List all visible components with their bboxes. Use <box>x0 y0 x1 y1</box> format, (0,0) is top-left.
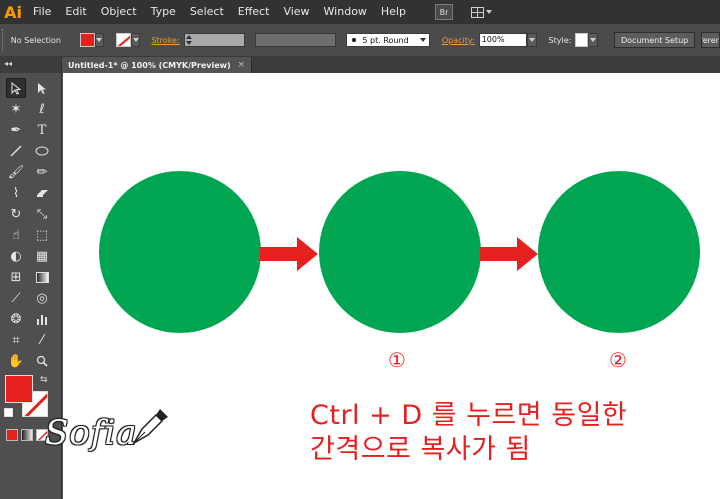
stroke-color-swatch[interactable] <box>116 33 132 47</box>
rotate-tool-icon[interactable]: ↻ <box>6 204 26 224</box>
document-tab[interactable]: Untitled-1* @ 100% (CMYK/Preview) × <box>62 57 252 73</box>
document-setup-button[interactable]: Document Setup <box>613 32 696 48</box>
fountain-pen-icon <box>131 409 168 446</box>
control-bar: No Selection Stroke: 5 pt. Round Opacity… <box>0 24 720 57</box>
eraser-tool-icon[interactable] <box>32 183 52 203</box>
circle-original[interactable] <box>99 171 261 333</box>
app-logo[interactable]: Ai <box>0 0 26 24</box>
pen-tool-icon[interactable]: ✒ <box>6 120 26 140</box>
caption-line-1: Ctrl + D 를 누르면 동일한 <box>310 400 628 431</box>
column-graph-tool-icon[interactable] <box>32 309 52 329</box>
arrow-right-1 <box>260 237 318 271</box>
shape-builder-tool-icon[interactable]: ◐ <box>6 246 26 266</box>
document-tab-bar: Untitled-1* @ 100% (CMYK/Preview) × <box>62 57 720 73</box>
stroke-panel-link[interactable]: Stroke: <box>151 36 179 45</box>
menu-file[interactable]: File <box>26 0 58 24</box>
fill-color-swatch[interactable] <box>79 33 95 47</box>
round-brush-icon <box>352 38 357 42</box>
style-label: Style: <box>548 35 572 45</box>
eyedropper-tool-icon[interactable]: ⟋ <box>6 288 26 308</box>
chevron-down-icon <box>96 38 103 42</box>
menu-select[interactable]: Select <box>183 0 231 24</box>
scale-tool-icon[interactable]: ⤡ <box>32 204 52 224</box>
color-mode-button[interactable] <box>6 429 18 441</box>
magic-wand-tool-icon[interactable]: ✶ <box>6 99 26 119</box>
menu-window[interactable]: Window <box>317 0 374 24</box>
graphic-style-swatch[interactable] <box>575 33 589 47</box>
ellipse-tool-icon[interactable] <box>32 141 52 161</box>
slice-tool-icon[interactable]: ⁄ <box>32 330 52 350</box>
opacity-field[interactable]: 100% <box>478 33 528 47</box>
step-marker-1: ① <box>388 348 406 372</box>
arrow-right-2 <box>480 237 538 271</box>
chevron-down-icon <box>132 38 139 42</box>
chevron-down-icon <box>486 10 492 14</box>
menu-type[interactable]: Type <box>144 0 183 24</box>
opacity-dropdown[interactable] <box>527 33 537 47</box>
zoom-tool-icon[interactable] <box>32 351 52 371</box>
fill-dropdown[interactable] <box>94 33 105 47</box>
lasso-tool-icon[interactable]: ℓ <box>32 99 52 119</box>
blob-brush-tool-icon[interactable]: ⌇ <box>6 183 26 203</box>
signature-watermark: Sofia <box>45 409 168 453</box>
warp-tool-icon[interactable]: ☝ <box>6 225 26 245</box>
type-tool-icon[interactable]: T <box>32 120 52 140</box>
close-icon[interactable]: × <box>237 60 245 70</box>
blend-tool-icon[interactable]: ◎ <box>32 288 52 308</box>
gradient-tool-icon[interactable] <box>32 267 52 287</box>
circle-copy-2[interactable] <box>538 171 700 333</box>
artboard-tool-icon[interactable]: ⌗ <box>6 330 26 350</box>
step-marker-2: ② <box>609 348 627 372</box>
chevron-down-icon <box>419 38 426 42</box>
menu-object[interactable]: Object <box>94 0 144 24</box>
variable-width-profile[interactable] <box>254 33 337 47</box>
preferences-button[interactable]: Preferences <box>701 32 720 48</box>
default-fill-stroke-icon[interactable] <box>4 408 13 417</box>
gradient-mode-button[interactable] <box>21 429 33 441</box>
document-tab-title: Untitled-1* @ 100% (CMYK/Preview) <box>68 60 231 70</box>
menu-edit[interactable]: Edit <box>58 0 93 24</box>
stepper-icon <box>185 35 192 45</box>
direct-selection-tool-icon[interactable] <box>32 78 52 98</box>
mesh-tool-icon[interactable]: ⊞ <box>6 267 26 287</box>
stroke-weight-field[interactable] <box>183 33 245 47</box>
bridge-button[interactable]: Br <box>435 4 453 20</box>
arrange-documents-button[interactable] <box>471 4 493 20</box>
hand-tool-icon[interactable]: ✋ <box>6 351 26 371</box>
panel-grip[interactable] <box>2 29 7 51</box>
menu-help[interactable]: Help <box>374 0 413 24</box>
selection-status: No Selection <box>10 35 61 45</box>
fill-color-box[interactable] <box>5 375 33 403</box>
menu-view[interactable]: View <box>276 0 316 24</box>
paintbrush-tool-icon[interactable]: 🖌 <box>6 162 26 182</box>
style-dropdown[interactable] <box>588 33 598 47</box>
arrange-grid-icon <box>471 6 484 18</box>
pencil-tool-icon[interactable]: ✏ <box>32 162 52 182</box>
tools-panel-header[interactable]: ◂◂ <box>0 57 61 73</box>
symbol-sprayer-tool-icon[interactable]: ❂ <box>6 309 26 329</box>
perspective-grid-tool-icon[interactable]: ▦ <box>32 246 52 266</box>
line-tool-icon[interactable] <box>6 141 26 161</box>
circle-copy-1[interactable] <box>319 171 481 333</box>
swap-fill-stroke-icon[interactable]: ⇆ <box>40 375 48 385</box>
free-transform-tool-icon[interactable]: ⬚ <box>32 225 52 245</box>
menu-bar: Ai File Edit Object Type Select Effect V… <box>0 0 720 24</box>
chevron-down-icon <box>590 38 597 42</box>
brush-definition-value: 5 pt. Round <box>362 35 409 45</box>
brush-definition-select[interactable]: 5 pt. Round <box>346 33 430 47</box>
opacity-panel-link[interactable]: Opacity: <box>442 36 475 45</box>
chevron-down-icon <box>528 38 535 42</box>
signature-text: Sofia <box>45 413 138 453</box>
instruction-caption: Ctrl + D 를 누르면 동일한 간격으로 복사가 됨 <box>310 399 627 467</box>
caption-line-2: 간격으로 복사가 됨 <box>310 434 531 465</box>
selection-tool-icon[interactable] <box>6 78 26 98</box>
menu-effect[interactable]: Effect <box>231 0 277 24</box>
stroke-dropdown[interactable] <box>131 33 141 47</box>
